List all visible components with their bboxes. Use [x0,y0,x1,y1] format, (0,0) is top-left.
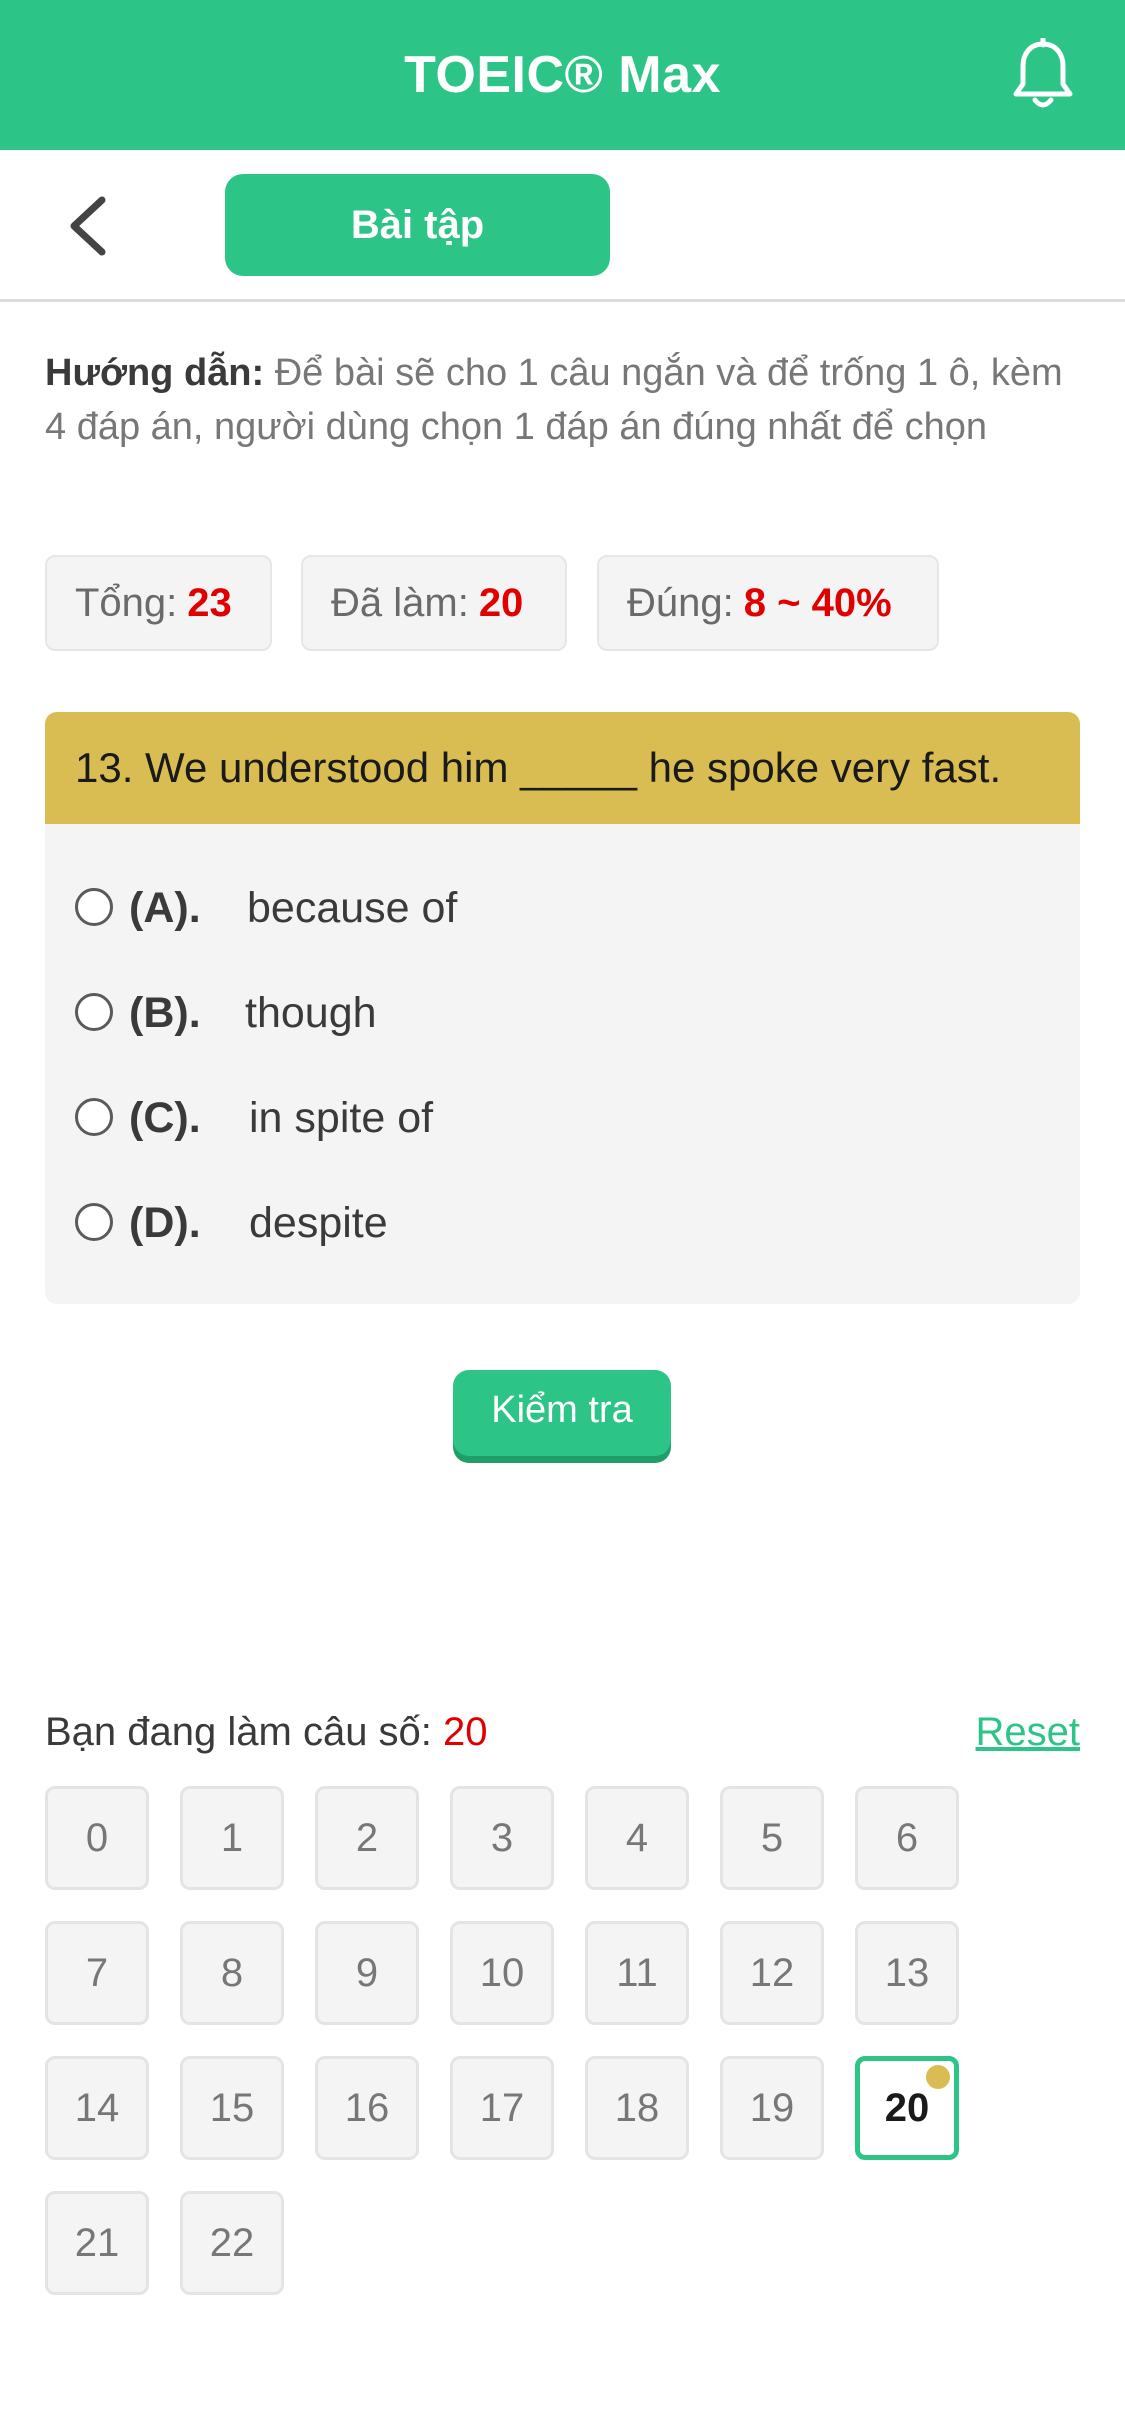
chevron-left-icon[interactable] [62,194,118,258]
question-number-label: 15 [209,2086,255,2130]
stat-done-value: 20 [478,581,524,625]
question-number-12[interactable]: 12 [720,1921,824,2025]
instructions-label: Hướng dẫn: [45,352,265,394]
question-number-2[interactable]: 2 [315,1786,419,1890]
question-number-7[interactable]: 7 [45,1921,149,2025]
question-number-16[interactable]: 16 [315,2056,419,2160]
question-number-8[interactable]: 8 [180,1921,284,2025]
question-number-label: 16 [344,2086,390,2130]
question-number-0[interactable]: 0 [45,1786,149,1890]
option-a[interactable]: (A). because of [75,878,975,938]
current-question: Bạn đang làm câu số: 20 [45,1702,488,1762]
question-number-20[interactable]: 20 [855,2056,959,2160]
question-number-label: 14 [74,2086,120,2130]
stat-done: Đã làm: 20 [301,555,567,651]
stat-correct: Đúng: 8 ~ 40% [597,555,939,651]
reset-link[interactable]: Reset [960,1702,1081,1762]
radio-button[interactable] [75,993,113,1031]
radio-button[interactable] [75,888,113,926]
option-c[interactable]: (C). in spite of [75,1088,975,1148]
option-b[interactable]: (B). though [75,983,975,1043]
tab-exercises[interactable]: Bài tập [225,174,610,276]
question-number-18[interactable]: 18 [585,2056,689,2160]
question-number-label: 11 [616,1951,658,1995]
stat-total-value: 23 [187,581,232,625]
question-number-5[interactable]: 5 [720,1786,824,1890]
question-number-label: 9 [355,1951,379,1995]
question-number-label: 3 [490,1816,514,1860]
app-header: TOEIC® Max [0,0,1125,150]
question-number-6[interactable]: 6 [855,1786,959,1890]
question-number-19[interactable]: 19 [720,2056,824,2160]
question-number-label: 8 [220,1951,244,1995]
question-number-label: 5 [760,1816,784,1860]
option-letter: (B). [129,989,201,1037]
instructions: Hướng dẫn: Để bài sẽ cho 1 câu ngắn và đ… [45,346,1085,454]
question-number-label: 20 [884,2086,930,2130]
stat-total-label: Tổng: [75,581,178,625]
question-number-label: 21 [74,2221,120,2265]
question-number-label: 2 [355,1816,379,1860]
option-letter: (A). [129,884,201,932]
question-number-label: 17 [479,2086,525,2130]
question-number-label: 4 [625,1816,649,1860]
check-button[interactable]: Kiểm tra [453,1370,671,1456]
sub-navigation: Bài tập [0,150,1125,302]
question-number-label: 12 [749,1951,795,1995]
question-number-label: 13 [884,1951,930,1995]
stat-correct-label: Đúng: [627,581,734,625]
question-number-label: 19 [749,2086,795,2130]
stat-done-label: Đã làm: [331,581,469,625]
question-number-3[interactable]: 3 [450,1786,554,1890]
bell-icon[interactable] [1010,38,1076,112]
question-number-label: 6 [895,1816,919,1860]
question-number-10[interactable]: 10 [450,1921,554,2025]
question-number-label: 18 [614,2086,660,2130]
question-number-1[interactable]: 1 [180,1786,284,1890]
stat-correct-value: 8 ~ 40% [743,581,892,625]
option-text: in spite of [249,1094,434,1142]
stat-total: Tổng: 23 [45,555,272,651]
question-number-label: 1 [220,1816,244,1860]
question-number-grid: 0 1 2 3 4 5 6 7 8 9 10 11 12 13 14 15 16 17 18 19 20 21 22 [45,1786,1045,2296]
question-number-14[interactable]: 14 [45,2056,149,2160]
option-text: despite [249,1199,388,1247]
question-number-11[interactable]: 11 [585,1921,689,2025]
question-card: 13. We understood him _____ he spoke ver… [45,712,1080,1304]
question-number-9[interactable]: 9 [315,1921,419,2025]
current-question-label: Bạn đang làm câu số: [45,1710,432,1754]
option-letter: (C). [129,1094,201,1142]
question-number-13[interactable]: 13 [855,1921,959,2025]
question-text: 13. We understood him _____ he spoke ver… [45,712,1080,824]
option-letter: (D). [129,1199,201,1247]
option-d[interactable]: (D). despite [75,1193,975,1253]
option-text: though [245,989,377,1037]
app-title: TOEIC® Max [404,46,721,104]
question-number-15[interactable]: 15 [180,2056,284,2160]
answered-indicator-dot [926,2065,950,2089]
question-number-label: 10 [479,1951,525,1995]
question-number-label: 7 [85,1951,109,1995]
question-number-17[interactable]: 17 [450,2056,554,2160]
question-number-22[interactable]: 22 [180,2191,284,2295]
current-question-value: 20 [443,1710,488,1754]
question-number-label: 22 [209,2221,255,2265]
question-number-4[interactable]: 4 [585,1786,689,1890]
radio-button[interactable] [75,1098,113,1136]
radio-button[interactable] [75,1203,113,1241]
option-text: because of [247,884,458,932]
question-number-label: 0 [85,1816,109,1860]
question-number-21[interactable]: 21 [45,2191,149,2295]
